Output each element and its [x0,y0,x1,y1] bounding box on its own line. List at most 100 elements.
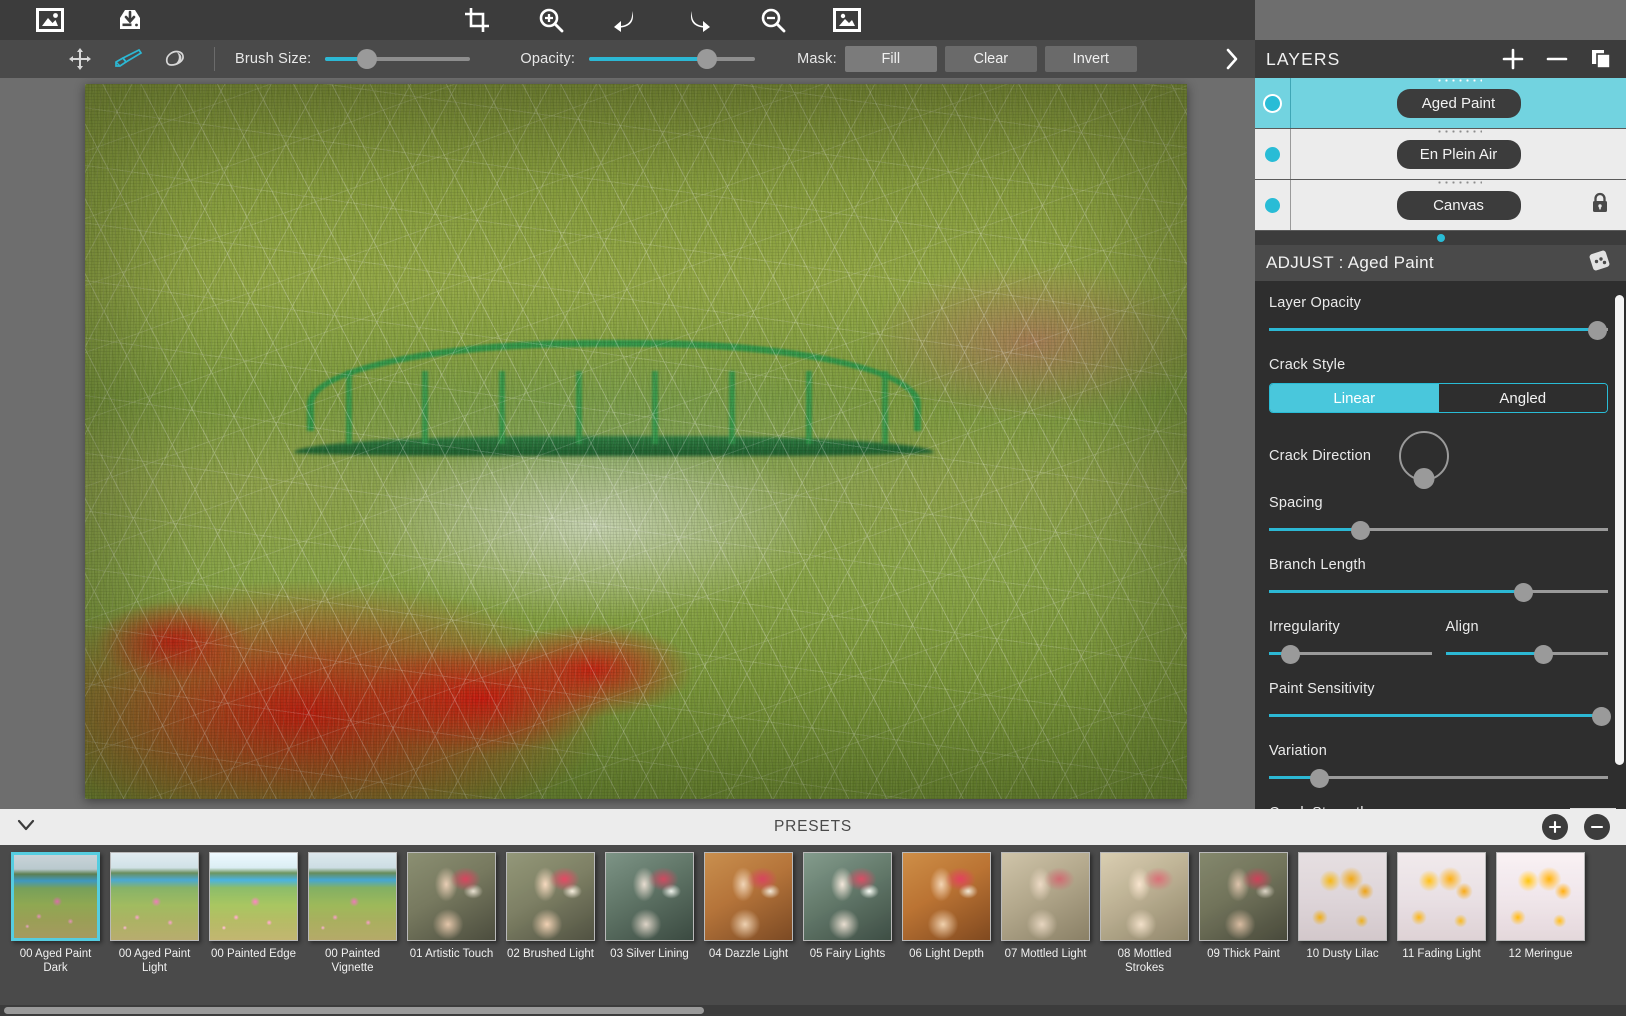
layer-row[interactable]: Canvas [1255,180,1626,231]
preset-thumbnail[interactable] [11,852,100,941]
add-preset-button[interactable] [1542,814,1568,840]
preset-item[interactable]: 01 Artistic Touch [402,845,501,1003]
preset-thumbnail[interactable] [209,852,298,941]
preset-thumbnail[interactable] [803,852,892,941]
brush-size-slider[interactable] [325,40,470,78]
layer-name-label[interactable]: Canvas [1397,191,1521,220]
opacity-knob[interactable] [697,49,717,69]
preset-thumbnail[interactable] [1199,852,1288,941]
fit-image-icon[interactable] [825,0,869,40]
preset-thumbnail[interactable] [1001,852,1090,941]
slider-knob[interactable] [1588,321,1607,340]
preset-thumbnail[interactable] [407,852,496,941]
segment-linear[interactable]: Linear [1270,384,1439,412]
zoom-in-icon[interactable] [529,0,573,40]
remove-preset-button[interactable] [1584,814,1610,840]
scrollbar-thumb[interactable] [1615,295,1624,765]
crack-style-segmented[interactable]: Linear Angled [1269,383,1608,413]
mask-invert-button[interactable]: Invert [1045,46,1137,72]
preset-item[interactable]: 00 Painted Vignette [303,845,402,1003]
layer-drag-handle[interactable] [1436,129,1482,134]
dial-knob[interactable] [1414,468,1435,489]
layer-visibility-toggle[interactable] [1255,129,1291,179]
adjust-scrollbar[interactable] [1615,295,1624,795]
preset-item[interactable]: 09 Thick Paint [1194,845,1293,1003]
layer-row[interactable]: Aged Paint [1255,78,1626,129]
undo-icon[interactable] [603,0,647,40]
preset-item[interactable]: 05 Fairy Lights [798,845,897,1003]
layer-drag-handle[interactable] [1436,78,1482,83]
preset-thumbnail[interactable] [1298,852,1387,941]
preset-item[interactable]: 00 Painted Edge [204,845,303,1003]
preset-thumbnail[interactable] [1100,852,1189,941]
preset-item[interactable]: 06 Light Depth [897,845,996,1003]
opacity-slider[interactable] [589,40,755,78]
duplicate-layer-button[interactable] [1590,48,1612,70]
align-slider[interactable] [1446,645,1609,663]
preset-item[interactable]: 10 Dusty Lilac [1293,845,1392,1003]
layer-row[interactable]: En Plein Air [1255,129,1626,180]
layers-list: Aged Paint En Plein Air Canvas [1255,78,1626,231]
brush-tool[interactable] [110,40,146,78]
chevron-right-icon[interactable] [1217,40,1247,78]
eraser-tool[interactable] [158,40,194,78]
variation-slider[interactable] [1269,769,1608,787]
branch-length-slider[interactable] [1269,583,1608,601]
layer-visibility-toggle[interactable] [1255,180,1291,230]
zoom-out-icon[interactable] [751,0,795,40]
preset-thumbnail[interactable] [110,852,199,941]
preset-item[interactable]: 11 Fading Light [1392,845,1491,1003]
lock-icon[interactable] [1590,192,1610,219]
layer-visibility-toggle[interactable] [1255,78,1291,128]
preset-thumbnail[interactable] [1496,852,1585,941]
irregularity-slider[interactable] [1269,645,1432,663]
artboard-image[interactable] [85,84,1187,799]
preset-item[interactable]: 00 Aged Paint Light [105,845,204,1003]
preset-item[interactable]: 02 Brushed Light [501,845,600,1003]
preset-label: 08 Mottled Strokes [1095,948,1194,976]
preset-thumbnail[interactable] [704,852,793,941]
slider-knob[interactable] [1351,521,1370,540]
preset-thumbnail[interactable] [308,852,397,941]
slider-knob[interactable] [1514,583,1533,602]
open-image-icon[interactable] [28,0,72,40]
preset-item[interactable]: 03 Silver Lining [600,845,699,1003]
paint-sensitivity-slider[interactable] [1269,707,1608,725]
layer-drag-handle[interactable] [1436,180,1482,185]
slider-knob[interactable] [1281,645,1300,664]
brush-size-knob[interactable] [357,49,377,69]
preset-thumbnail[interactable] [506,852,595,941]
save-image-icon[interactable] [108,0,152,40]
layer-name-label[interactable]: Aged Paint [1397,89,1521,118]
dice-icon[interactable] [1586,249,1614,278]
preset-item[interactable]: 07 Mottled Light [996,845,1095,1003]
preset-thumbnail[interactable] [1397,852,1486,941]
mask-fill-button[interactable]: Fill [845,46,937,72]
slider-knob[interactable] [1592,707,1611,726]
preset-item[interactable]: 08 Mottled Strokes [1095,845,1194,1003]
crack-direction-dial[interactable] [1399,431,1449,481]
presets-scrollbar[interactable] [0,1005,1626,1016]
layer-opacity-slider[interactable] [1269,321,1608,339]
spacing-slider[interactable] [1269,521,1608,539]
remove-layer-button[interactable] [1546,48,1568,70]
move-tool[interactable] [62,40,98,78]
scrollbar-thumb[interactable] [4,1007,704,1014]
preset-item[interactable]: 00 Aged Paint Dark [6,845,105,1003]
chevron-down-icon[interactable] [16,818,36,837]
preset-thumbnail[interactable] [605,852,694,941]
canvas-area[interactable] [0,78,1255,809]
slider-knob[interactable] [1310,769,1329,788]
redo-icon[interactable] [677,0,721,40]
crop-icon[interactable] [455,0,499,40]
layer-name-label[interactable]: En Plein Air [1397,140,1521,169]
mask-clear-button[interactable]: Clear [945,46,1037,72]
preset-item[interactable]: 04 Dazzle Light [699,845,798,1003]
preset-item[interactable]: 12 Meringue [1491,845,1590,1003]
add-layer-button[interactable] [1502,48,1524,70]
presets-strip[interactable]: 00 Aged Paint Dark 00 Aged Paint Light 0… [0,845,1626,1003]
panel-resize-handle[interactable] [1255,231,1626,245]
preset-thumbnail[interactable] [902,852,991,941]
segment-angled[interactable]: Angled [1439,384,1608,412]
slider-knob[interactable] [1534,645,1553,664]
